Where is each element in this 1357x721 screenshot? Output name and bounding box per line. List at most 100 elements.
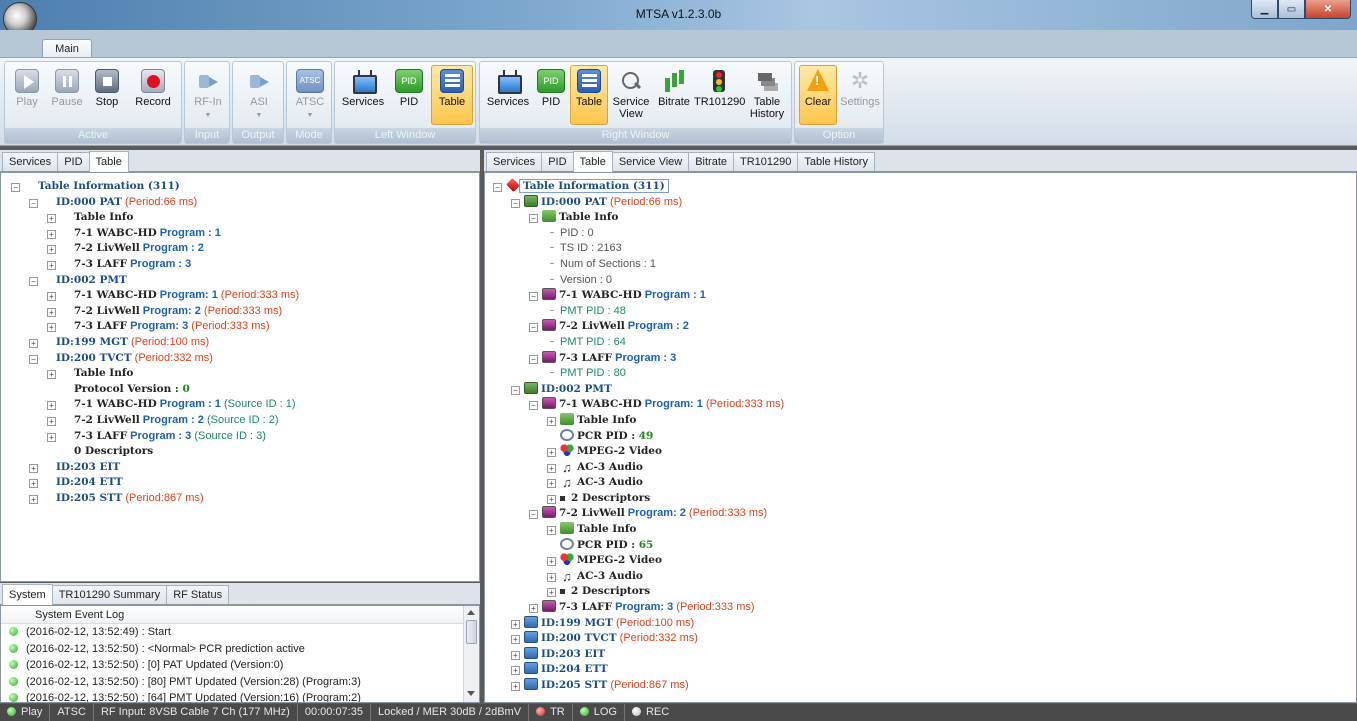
tab-system[interactable]: System (2, 584, 53, 605)
close-button[interactable]: ✕ (1305, 0, 1351, 19)
pause-button[interactable]: Pause (49, 66, 85, 108)
list-item[interactable]: (2016-02-12, 13:52:50) : [0] PAT Updated… (1, 657, 479, 674)
table-history-button[interactable]: Table History (746, 66, 788, 120)
collapse-icon[interactable]: − (529, 354, 538, 364)
left-services-button[interactable]: Services (339, 66, 387, 108)
collapse-icon[interactable]: − (529, 401, 538, 411)
expand-icon[interactable]: + (47, 245, 56, 255)
expand-icon[interactable]: + (47, 307, 56, 317)
expand-icon[interactable]: + (529, 604, 538, 614)
tree-node[interactable]: + ID:205 STT (Period:867 ms) (11, 491, 299, 507)
collapse-icon[interactable]: − (529, 510, 538, 520)
collapse-icon[interactable]: − (511, 385, 520, 395)
tree-node[interactable]: − ID:002 PMT (11, 273, 299, 289)
settings-button[interactable]: ✲ Settings (839, 66, 881, 109)
service-view-button[interactable]: Service View (610, 66, 652, 120)
tab-tr101290-summary[interactable]: TR101290 Summary (51, 585, 168, 604)
bitrate-button[interactable]: Bitrate (654, 66, 694, 108)
expand-icon[interactable]: + (47, 323, 56, 333)
log-scrollbar[interactable] (463, 606, 479, 702)
clear-button[interactable]: Clear (799, 65, 837, 125)
tree-node[interactable]: + Table Info (493, 412, 784, 429)
tree-node[interactable]: −7-1 WABC-HD Program: 1 (Period:333 ms) (493, 397, 784, 413)
tree-node[interactable]: +2 Descriptors (493, 584, 784, 600)
expand-icon[interactable]: + (29, 338, 38, 348)
expand-icon[interactable]: + (547, 526, 556, 536)
collapse-icon[interactable]: − (29, 276, 38, 286)
record-button[interactable]: Record (129, 66, 177, 108)
right-pid-button[interactable]: PID PID (534, 66, 568, 108)
scroll-down-icon[interactable] (467, 691, 475, 696)
expand-icon[interactable]: + (29, 479, 38, 489)
expand-icon[interactable]: + (511, 650, 520, 660)
expand-icon[interactable]: + (547, 494, 556, 504)
list-item[interactable]: (2016-02-12, 13:52:49) : Start (1, 624, 479, 641)
tab-rf-status[interactable]: RF Status (166, 585, 230, 604)
expand-icon[interactable]: + (47, 292, 56, 302)
tree-node[interactable]: + Table Info (493, 522, 784, 538)
expand-icon[interactable]: + (511, 635, 520, 645)
tree-node[interactable]: + ID:203 EIT (11, 460, 299, 476)
tree-node[interactable]: +7-3 LAFF Program : 3 (11, 257, 299, 273)
tree-node[interactable]: −7-2 LivWell Program : 2 (493, 319, 784, 335)
right-services-button[interactable]: Services (484, 66, 532, 108)
rf-in-button[interactable]: RF-In ▼ (189, 66, 227, 122)
expand-icon[interactable]: + (47, 432, 56, 442)
expand-icon[interactable]: + (547, 588, 556, 598)
tree-node[interactable]: + ID:205 STT (Period:867 ms) (493, 678, 784, 694)
tree-node[interactable]: − ID:002 PMT (493, 381, 784, 398)
tree-node[interactable]: + ID:204 ETT (11, 475, 299, 491)
tree-node[interactable]: −7-2 LivWell Program: 2 (Period:333 ms) (493, 506, 784, 522)
left-tab-services[interactable]: Services (2, 152, 59, 171)
stop-button[interactable]: Stop (89, 66, 125, 108)
left-pid-button[interactable]: PID PID (391, 66, 427, 108)
minimize-button[interactable]: ▁ (1251, 0, 1278, 19)
tree-node[interactable]: − ID:200 TVCT (Period:332 ms) (11, 351, 299, 367)
left-table-button[interactable]: Table (431, 65, 473, 125)
expand-icon[interactable]: + (511, 666, 520, 676)
collapse-icon[interactable]: − (29, 198, 38, 208)
tree-node[interactable]: −7-1 WABC-HD Program : 1 (493, 288, 784, 304)
tree-node[interactable]: + ID:203 EIT (493, 646, 784, 663)
tree-node[interactable]: + ♫ AC-3 Audio (493, 475, 784, 491)
tree-node[interactable]: +7-1 WABC-HD Program : 1 (11, 226, 299, 242)
collapse-icon[interactable]: − (11, 183, 20, 192)
tree-node[interactable]: +7-2 LivWell Program : 2 (11, 241, 299, 257)
expand-icon[interactable]: + (29, 494, 38, 504)
tree-node[interactable]: + ID:200 TVCT (Period:332 ms) (493, 631, 784, 647)
status-tr[interactable]: TR (529, 704, 573, 721)
asi-button[interactable]: ASI ▼ (239, 66, 279, 122)
tree-node[interactable]: + Table Info (11, 366, 299, 382)
list-item[interactable]: (2016-02-12, 13:52:50) : <Normal> PCR pr… (1, 641, 479, 658)
tree-node[interactable]: + ID:199 MGT (Period:100 ms) (493, 615, 784, 632)
tree-node[interactable]: +7-1 WABC-HD Program : 1 (Source ID : 1) (11, 397, 299, 413)
log-column-header[interactable]: System Event Log (1, 606, 479, 624)
expand-icon[interactable]: + (511, 682, 520, 691)
right-tab-table-history[interactable]: Table History (797, 152, 875, 171)
atsc-mode-button[interactable]: ATSC ATSC ▼ (291, 66, 329, 122)
tree-node[interactable]: +7-1 WABC-HD Program: 1 (Period:333 ms) (11, 288, 299, 304)
play-button[interactable]: Play (9, 66, 45, 108)
tree-node[interactable]: − ID:000 PAT (Period:66 ms) (493, 194, 784, 211)
right-tab-tr101290[interactable]: TR101290 (733, 152, 799, 171)
tree-node[interactable]: +7-2 LivWell Program: 2 (Period:333 ms) (11, 304, 299, 320)
collapse-icon[interactable]: − (493, 183, 502, 192)
tree-node[interactable]: +7-2 LivWell Program : 2 (Source ID : 2) (11, 413, 299, 429)
status-log[interactable]: LOG (573, 704, 625, 721)
status-rec[interactable]: REC (625, 704, 676, 721)
left-tab-table[interactable]: Table (88, 151, 129, 172)
right-table-button[interactable]: Table (570, 65, 608, 125)
tree-node[interactable]: +7-3 LAFF Program : 3 (Source ID : 3) (11, 429, 299, 445)
expand-icon[interactable]: + (47, 260, 56, 270)
collapse-icon[interactable]: − (29, 354, 38, 364)
expand-icon[interactable]: + (47, 401, 56, 411)
tree-node[interactable]: + Table Info (11, 210, 299, 226)
expand-icon[interactable]: + (47, 416, 56, 426)
expand-icon[interactable]: + (47, 370, 56, 380)
expand-icon[interactable]: + (511, 619, 520, 629)
expand-icon[interactable]: + (29, 463, 38, 473)
tree-node[interactable]: + ♫ AC-3 Audio (493, 569, 784, 585)
maximize-button[interactable]: ▭ (1278, 0, 1305, 19)
tree-node[interactable]: + ID:204 ETT (493, 662, 784, 678)
tree-node[interactable]: +2 Descriptors (493, 491, 784, 507)
